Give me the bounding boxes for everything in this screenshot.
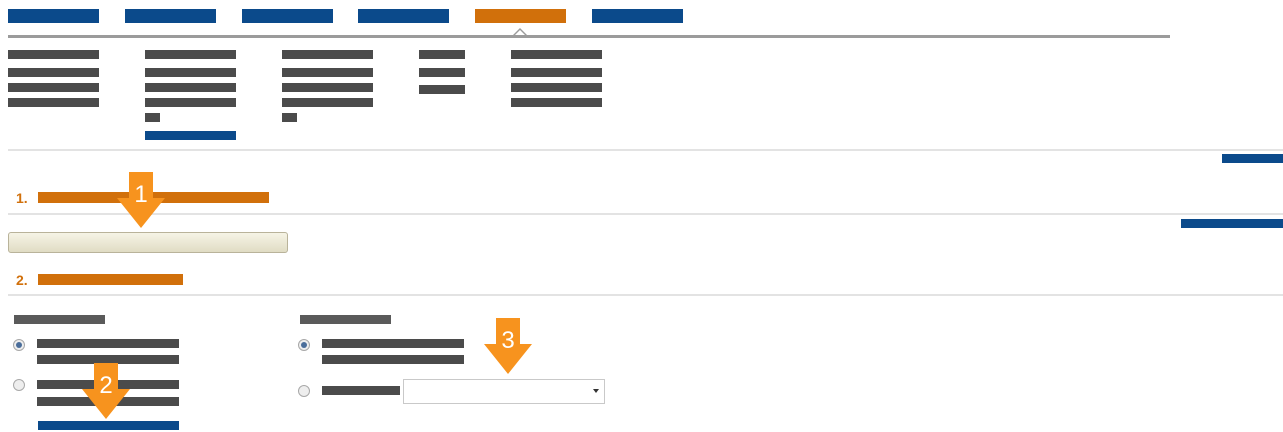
step-1-action-button[interactable]	[8, 232, 288, 253]
callout-arrow-1: 1	[117, 172, 165, 228]
tab-underline	[8, 35, 1170, 38]
tab-6[interactable]	[592, 9, 683, 23]
group-2-option-2-label	[322, 386, 400, 395]
tab-3[interactable]	[242, 9, 333, 23]
header-divider	[8, 149, 1283, 151]
step-2-number: 2.	[16, 272, 28, 288]
tab-1[interactable]	[8, 9, 99, 23]
callout-1-number: 1	[134, 181, 148, 208]
group-2-dropdown[interactable]	[403, 379, 605, 404]
header-column-2-link[interactable]	[145, 131, 236, 140]
step-1-number: 1.	[16, 190, 28, 206]
group-1-radio-1[interactable]	[13, 339, 25, 351]
option-group-2-title	[300, 315, 391, 324]
group-1-option-2-link[interactable]	[38, 421, 179, 430]
group-2-radio-2[interactable]	[298, 385, 310, 397]
top-right-link[interactable]	[1222, 154, 1283, 163]
active-tab-caret-icon	[513, 28, 527, 35]
tab-5-active[interactable]	[475, 9, 566, 23]
callout-arrow-3: 3	[484, 318, 532, 374]
tab-2[interactable]	[125, 9, 216, 23]
group-2-radio-1[interactable]	[298, 339, 310, 351]
step-2-heading	[38, 274, 183, 285]
option-group-1-title	[14, 315, 105, 324]
callout-3-number: 3	[501, 327, 515, 354]
tab-4[interactable]	[358, 9, 449, 23]
callout-2-number: 2	[99, 372, 113, 399]
callout-arrow-2: 2	[82, 363, 130, 419]
step-1-divider	[8, 213, 1283, 215]
group-1-radio-2[interactable]	[13, 379, 25, 391]
step-2-divider	[8, 294, 1283, 296]
step-1-right-link[interactable]	[1181, 219, 1283, 228]
chevron-down-icon	[593, 389, 599, 393]
